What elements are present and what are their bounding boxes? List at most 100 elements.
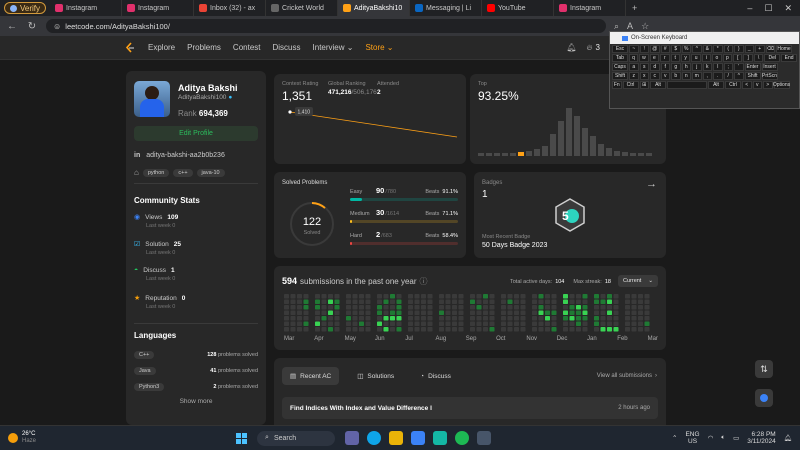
zoom-icon[interactable]: ⌕ xyxy=(614,21,619,32)
osk-key[interactable]: s xyxy=(639,63,649,71)
osk-key[interactable]: ' xyxy=(734,63,744,71)
osk-key[interactable]: e xyxy=(649,54,660,62)
clock-time[interactable]: 6:28 PM xyxy=(747,431,776,438)
osk-key[interactable]: End xyxy=(781,54,798,62)
osk-key[interactable]: m xyxy=(692,72,702,80)
show-more-link[interactable]: Show more xyxy=(126,398,266,405)
taskbar-app-edge-icon[interactable] xyxy=(367,431,382,445)
osk-key[interactable]: , xyxy=(702,72,712,80)
battery-icon[interactable]: ▭ xyxy=(733,434,739,442)
arrow-right-icon[interactable]: → xyxy=(646,178,657,190)
language-tag[interactable]: C++ xyxy=(134,351,155,359)
osk-key[interactable]: ⌫ xyxy=(765,45,775,53)
avatar[interactable] xyxy=(134,81,170,117)
linkedin-link[interactable]: aditya-bakshi-aa2b0b236 xyxy=(146,152,225,159)
osk-key[interactable]: $ xyxy=(671,45,681,53)
osk-key[interactable]: Caps xyxy=(612,63,628,71)
osk-key[interactable]: % xyxy=(681,45,691,53)
osk-key[interactable]: y xyxy=(680,54,691,62)
osk-key[interactable]: Shift xyxy=(612,72,628,80)
osk-key[interactable]: * xyxy=(713,45,723,53)
new-tab-icon[interactable]: + xyxy=(632,3,637,13)
osk-key[interactable]: ^ xyxy=(734,72,744,80)
osk-key[interactable]: d xyxy=(650,63,660,71)
favorite-icon[interactable]: ☆ xyxy=(641,21,649,32)
nav-link[interactable]: Explore xyxy=(148,43,175,52)
osk-key[interactable]: v xyxy=(660,72,670,80)
language-tag[interactable]: Java xyxy=(134,367,156,375)
minimize-icon[interactable]: – xyxy=(747,3,752,14)
fifty-days-badge-icon[interactable]: 5 xyxy=(554,198,586,232)
taskbar-app-calculator-icon[interactable] xyxy=(477,431,492,445)
osk-key[interactable]: n xyxy=(681,72,691,80)
osk-key[interactable]: k xyxy=(702,63,712,71)
osk-key[interactable]: \ xyxy=(753,54,764,62)
recent-tab[interactable]: ◫ Solutions xyxy=(349,367,402,385)
osk-key[interactable]: < xyxy=(742,81,752,89)
osk-key[interactable]: # xyxy=(660,45,670,53)
osk-key[interactable]: i xyxy=(701,54,712,62)
osk-key[interactable]: @ xyxy=(650,45,660,53)
osk-key[interactable]: Ctrl xyxy=(622,81,639,89)
osk-key[interactable]: PrtScn xyxy=(761,72,778,80)
osk-key[interactable]: Ctrl xyxy=(725,81,741,89)
view-all-submissions-link[interactable]: View all submissions xyxy=(597,373,652,379)
year-dropdown[interactable]: Current ⌄ xyxy=(618,275,658,287)
read-aloud-icon[interactable]: A xyxy=(627,21,633,31)
recent-item-row[interactable]: Find Indices With Index and Value Differ… xyxy=(282,397,658,419)
edit-profile-button[interactable]: Edit Profile xyxy=(134,126,258,141)
osk-key[interactable]: b xyxy=(671,72,681,80)
osk-key[interactable]: x xyxy=(639,72,649,80)
taskbar-app-photos-icon[interactable] xyxy=(433,431,448,445)
taskbar-app-store-icon[interactable] xyxy=(411,431,426,445)
osk-key[interactable]: Insert xyxy=(761,63,778,71)
osk-key[interactable]: Enter xyxy=(744,63,761,71)
input-language[interactable]: ENG xyxy=(685,431,699,438)
recent-tab[interactable]: ◔ Discuss xyxy=(412,367,459,385)
osk-key[interactable]: . xyxy=(713,72,723,80)
osk-key[interactable]: > xyxy=(763,81,773,89)
osk-key[interactable]: r xyxy=(660,54,670,62)
osk-key[interactable]: & xyxy=(702,45,712,53)
osk-key[interactable]: Esc xyxy=(612,45,628,53)
osk-key[interactable]: l xyxy=(713,63,723,71)
skill-tag[interactable]: java-10 xyxy=(196,168,225,177)
feedback-button[interactable] xyxy=(755,389,773,407)
osk-key[interactable]: + xyxy=(755,45,765,53)
clock-date[interactable]: 3/11/2024 xyxy=(747,438,775,445)
nav-link[interactable]: Problems xyxy=(187,43,221,52)
taskbar-app-teams-icon[interactable] xyxy=(345,431,360,445)
back-icon[interactable]: ← xyxy=(6,21,18,32)
verify-button[interactable]: Verify xyxy=(4,2,47,14)
browser-tab[interactable]: Cricket World xyxy=(266,0,339,16)
skill-tag[interactable]: c++ xyxy=(173,168,193,177)
osk-key[interactable]: Tab xyxy=(612,54,628,62)
osk-key[interactable]: ] xyxy=(743,54,753,62)
osk-key[interactable]: _ xyxy=(744,45,754,53)
browser-tab[interactable]: YouTube xyxy=(482,0,555,16)
weather-widget[interactable]: 26°C Haze xyxy=(8,431,36,445)
osk-key[interactable]: h xyxy=(681,63,691,71)
osk-key[interactable]: f xyxy=(660,63,670,71)
info-icon[interactable]: ⓘ xyxy=(420,276,428,287)
osk-key[interactable]: Options xyxy=(773,81,790,89)
osk-key[interactable]: Alt xyxy=(708,81,724,89)
osk-key[interactable]: c xyxy=(650,72,660,80)
tray-chevron-icon[interactable]: ⌃ xyxy=(672,434,677,442)
osk-title-bar[interactable]: On-Screen Keyboard xyxy=(610,32,799,44)
osk-key[interactable]: g xyxy=(671,63,681,71)
leetcode-logo-icon[interactable] xyxy=(124,41,136,54)
input-region[interactable]: US xyxy=(685,438,699,445)
osk-key[interactable]: / xyxy=(723,72,733,80)
osk-key[interactable]: ! xyxy=(639,45,649,53)
osk-key[interactable]: t xyxy=(670,54,680,62)
windows-start-icon[interactable] xyxy=(236,432,248,444)
osk-key[interactable]: p xyxy=(722,54,733,62)
browser-tab[interactable]: Inbox (32) - ax xyxy=(194,0,267,16)
taskbar-app-spotify-icon[interactable] xyxy=(455,431,470,445)
osk-key[interactable]: ) xyxy=(734,45,744,53)
skill-tag[interactable]: python xyxy=(142,168,170,177)
browser-tab[interactable]: AdityaBakshi10 xyxy=(338,0,411,16)
osk-key[interactable]: z xyxy=(629,72,639,80)
rating-point[interactable] xyxy=(288,110,292,114)
